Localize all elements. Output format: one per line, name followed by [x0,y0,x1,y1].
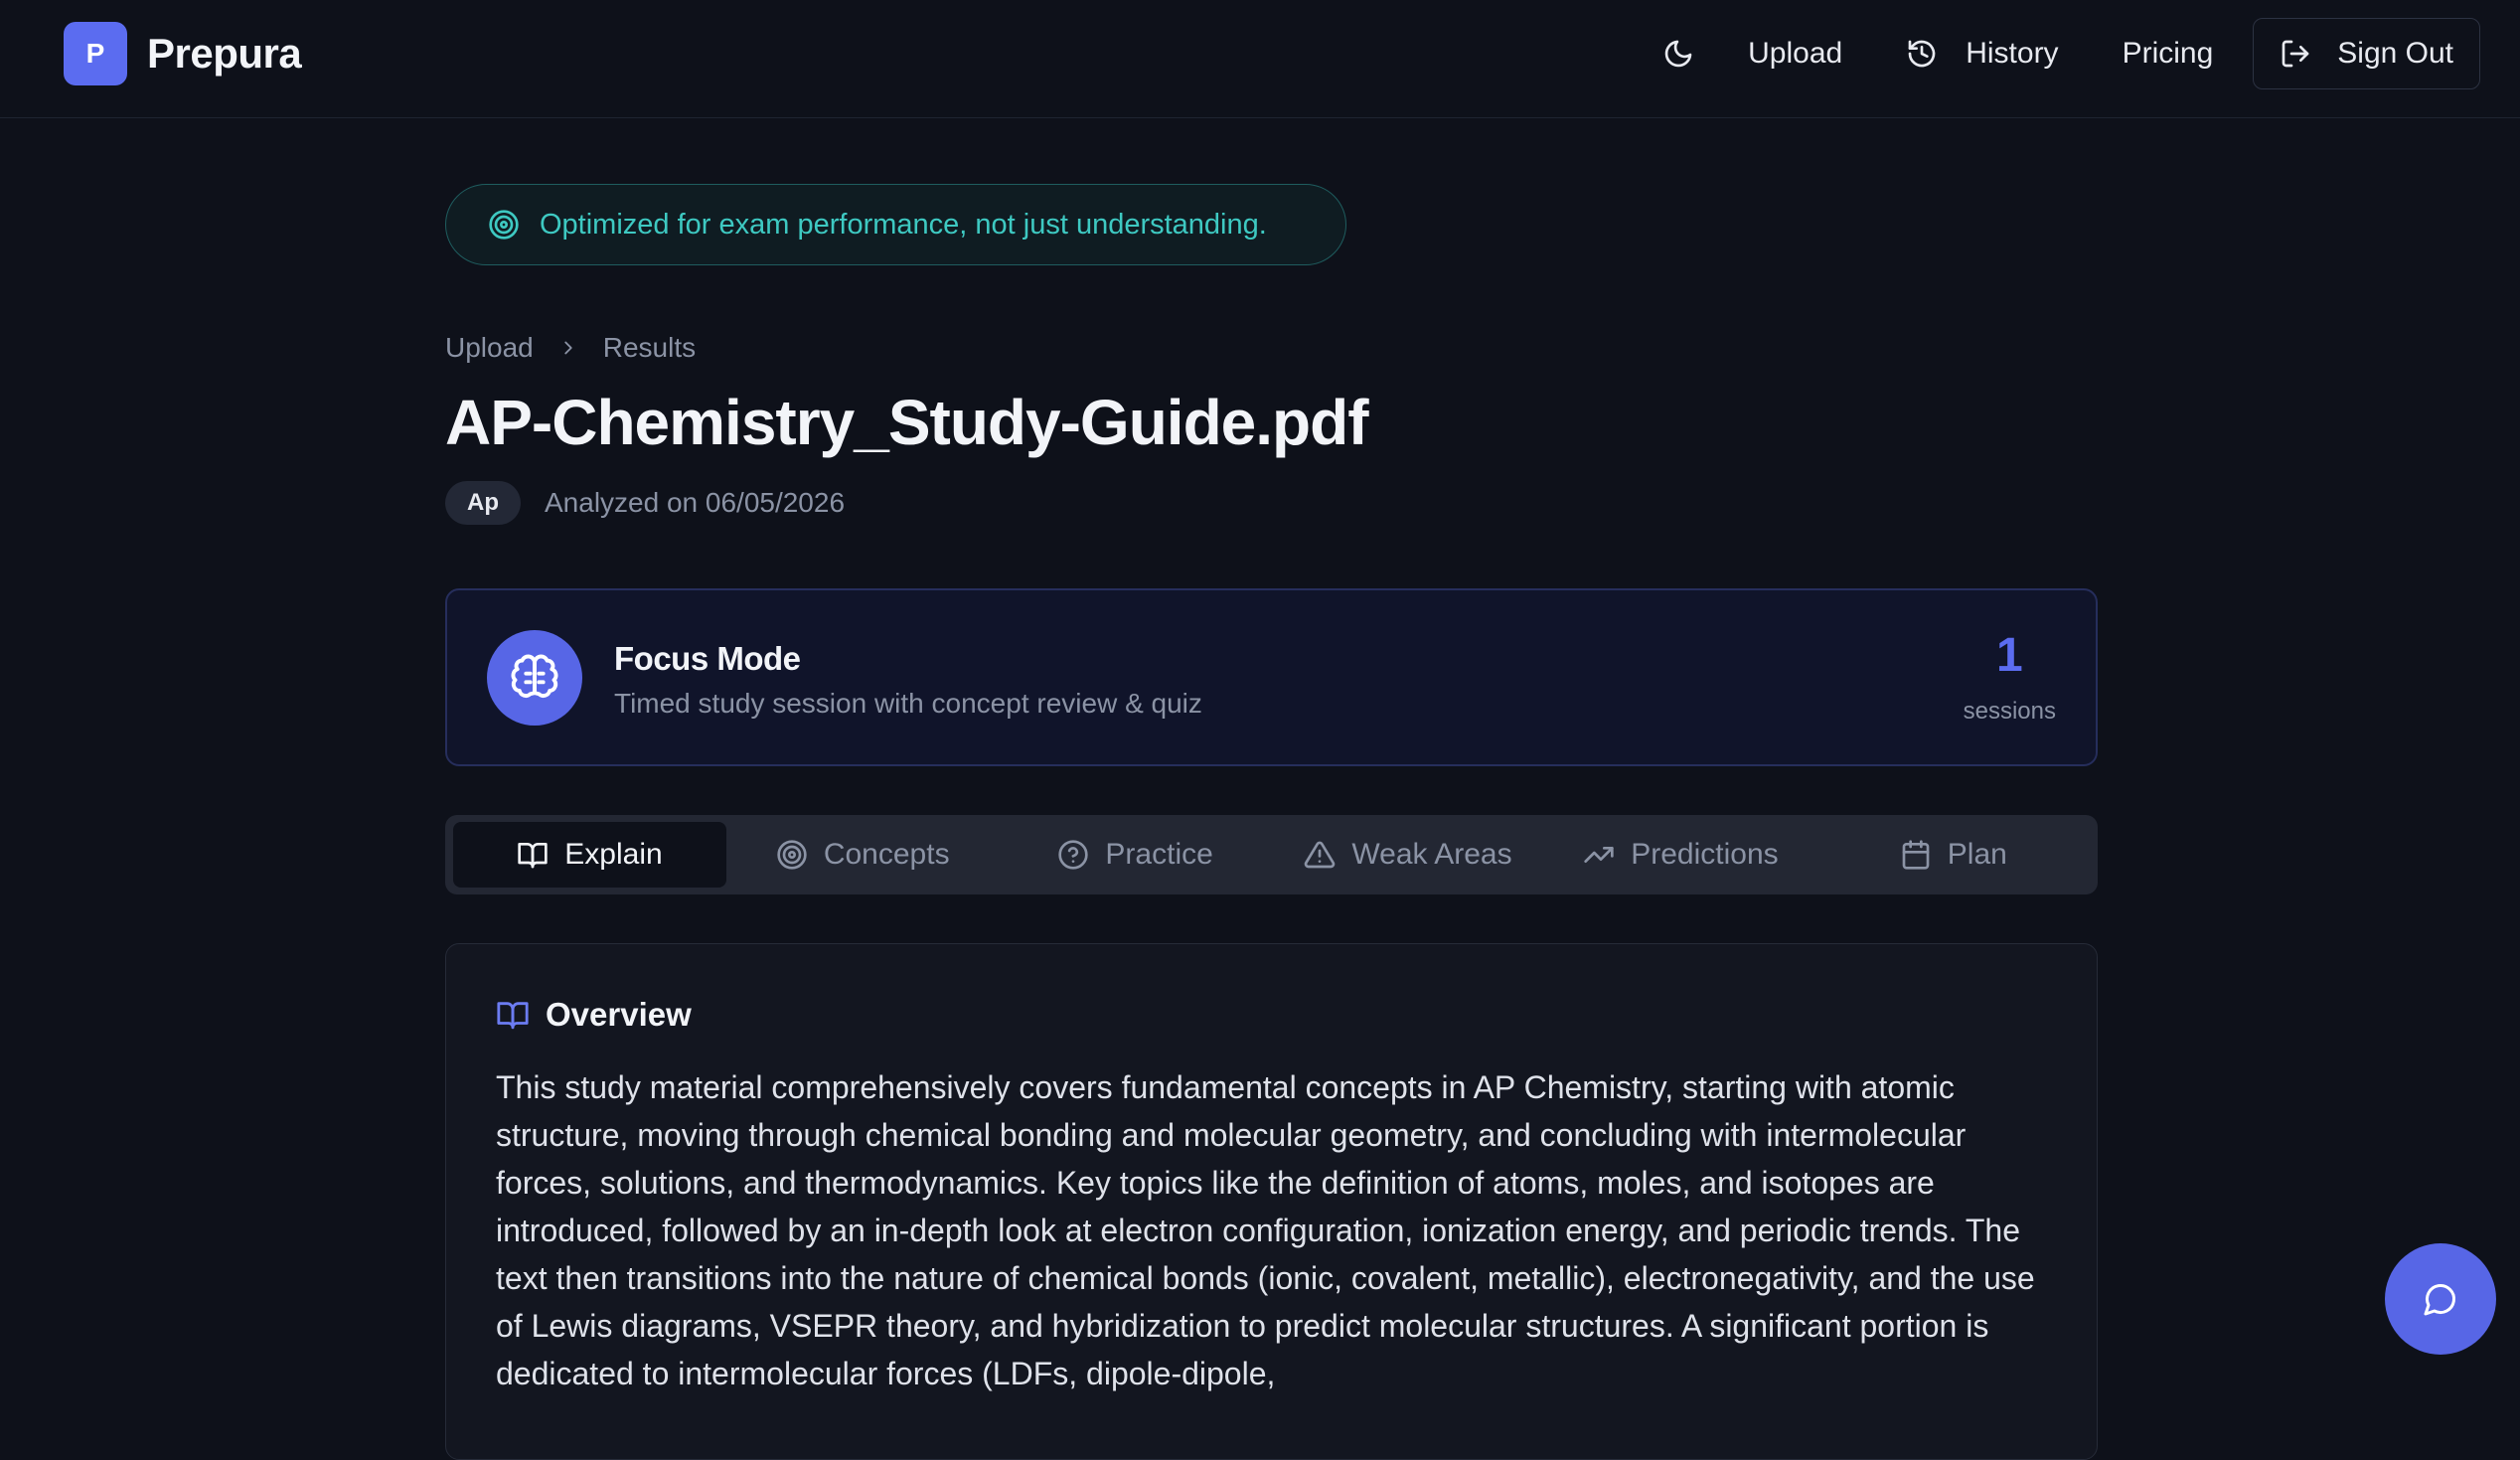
tab-practice[interactable]: Practice [999,822,1271,888]
exam-optimized-banner: Optimized for exam performance, not just… [445,184,1346,265]
banner-text: Optimized for exam performance, not just… [540,208,1267,241]
tab-concepts[interactable]: Concepts [726,822,999,888]
tab-weak-areas-label: Weak Areas [1351,838,1512,871]
analyzed-date: Analyzed on 06/05/2026 [545,487,846,518]
tab-practice-label: Practice [1105,838,1213,871]
focus-mode-card[interactable]: Focus Mode Timed study session with conc… [445,588,2098,766]
tab-plan-label: Plan [1947,838,2007,871]
sessions-label: sessions [1963,698,2056,725]
breadcrumb: Upload Results [445,332,696,364]
brain-icon [487,630,582,726]
nav-history-label: History [1966,37,2059,70]
book-icon [497,1002,529,1030]
target-icon [489,210,519,240]
exam-tag-badge: Ap [445,481,521,525]
results-tabs: Explain Concepts Practice Weak Areas Pre… [445,815,2098,894]
chevron-right-icon [557,337,579,359]
sign-out-label: Sign Out [2337,37,2453,70]
logo-icon[interactable]: P [64,22,127,85]
theme-toggle-button[interactable] [1649,24,1708,83]
sessions-counter: 1 sessions [1964,632,2056,726]
top-navigation-bar: P Prepura Upload History Pricing Sign Ou… [0,0,2520,118]
calendar-icon [1902,840,1930,870]
log-out-icon [2282,40,2309,68]
breadcrumb-upload[interactable]: Upload [445,332,534,364]
document-meta: Ap Analyzed on 06/05/2026 [445,481,845,525]
focus-mode-title: Focus Mode [614,640,801,677]
nav-menu: Upload History Pricing Sign Out [1649,18,2480,89]
nav-pricing-link[interactable]: Pricing [2123,37,2214,71]
tab-explain[interactable]: Explain [453,822,726,888]
tab-predictions-label: Predictions [1631,838,1779,871]
tab-explain-label: Explain [564,838,663,871]
focus-mode-subtitle: Timed study session with concept review … [614,688,1202,719]
sessions-count: 1 [1995,629,2023,682]
tab-plan[interactable]: Plan [1817,822,2090,888]
book-icon [518,843,548,869]
nav-pricing-label: Pricing [2122,37,2214,70]
target-icon [777,840,807,870]
overview-text: This study material comprehensively cove… [496,1069,2035,1391]
breadcrumb-results: Results [602,332,697,363]
brand-name[interactable]: Prepura [147,30,302,78]
message-circle-icon [2424,1283,2456,1316]
history-icon [1908,40,1936,68]
chat-button[interactable] [2385,1243,2496,1355]
nav-upload-label: Upload [1748,37,1843,70]
sign-out-button[interactable]: Sign Out [2253,18,2480,89]
tab-predictions[interactable]: Predictions [1544,822,1816,888]
nav-history-link[interactable]: History [1906,37,2059,71]
nav-upload-link[interactable]: Upload [1748,37,1842,71]
overview-card: Overview This study material comprehensi… [445,943,2098,1460]
tab-concepts-label: Concepts [823,838,950,871]
help-circle-icon [1058,840,1089,870]
overview-title: Overview [546,996,692,1033]
overview-heading: Overview [496,996,692,1034]
tab-weak-areas[interactable]: Weak Areas [1272,822,1544,888]
moon-icon [1664,40,1692,68]
page-title: AP-Chemistry_Study-Guide.pdf [445,387,1369,458]
trending-up-icon [1584,847,1614,863]
warning-icon [1305,841,1336,869]
